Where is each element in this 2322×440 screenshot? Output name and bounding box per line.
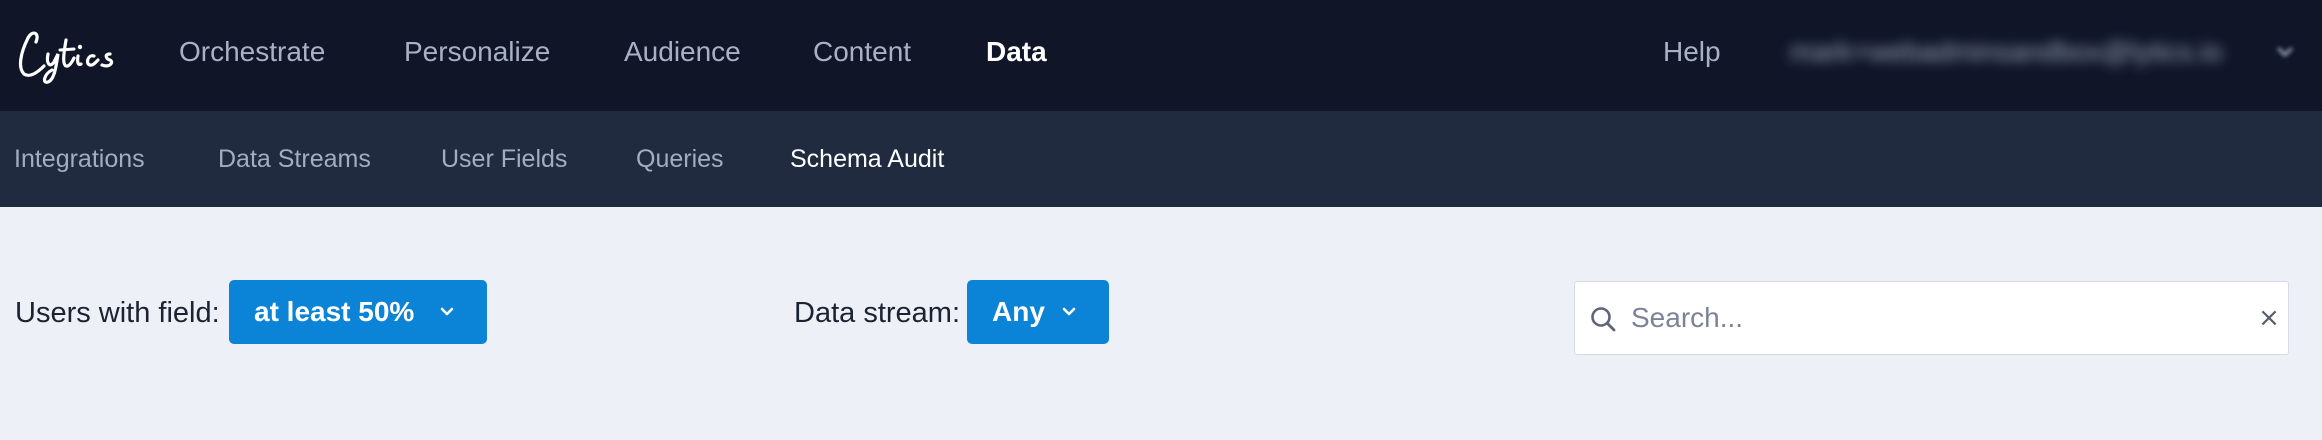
users-with-field-value: at least 50% bbox=[254, 296, 415, 327]
nav-help[interactable]: Help bbox=[1663, 36, 1721, 68]
nav-personalize[interactable]: Personalize bbox=[404, 36, 550, 68]
users-with-field-dropdown[interactable]: at least 50% bbox=[229, 280, 487, 344]
subnav-user-fields[interactable]: User Fields bbox=[441, 144, 567, 174]
lytics-logo[interactable] bbox=[14, 24, 124, 88]
close-icon[interactable]: × bbox=[2253, 302, 2285, 334]
nav-audience[interactable]: Audience bbox=[624, 36, 741, 68]
subnav-queries[interactable]: Queries bbox=[636, 144, 724, 174]
search-icon bbox=[1591, 307, 1616, 332]
search-box: × bbox=[1574, 281, 2289, 355]
subnav-data-streams[interactable]: Data Streams bbox=[218, 144, 371, 174]
search-input[interactable] bbox=[1631, 292, 2211, 344]
user-menu-email[interactable]: mark+webadminsandbox@lytics.io bbox=[1790, 36, 2222, 68]
nav-content[interactable]: Content bbox=[813, 36, 911, 68]
chevron-down-icon[interactable] bbox=[2275, 42, 2295, 62]
top-nav-bar: Orchestrate Personalize Audience Content… bbox=[0, 0, 2322, 111]
users-with-field-label: Users with field: bbox=[15, 297, 220, 329]
subnav-integrations[interactable]: Integrations bbox=[14, 144, 145, 174]
chevron-down-icon bbox=[440, 307, 454, 316]
data-stream-dropdown[interactable]: Any bbox=[967, 280, 1109, 344]
data-stream-label: Data stream: bbox=[794, 297, 960, 329]
chevron-down-icon bbox=[1062, 307, 1076, 316]
subnav-schema-audit[interactable]: Schema Audit bbox=[790, 144, 944, 174]
data-stream-value: Any bbox=[992, 296, 1045, 327]
sub-nav-bar: Integrations Data Streams User Fields Qu… bbox=[0, 111, 2322, 207]
nav-data[interactable]: Data bbox=[986, 36, 1047, 68]
nav-orchestrate[interactable]: Orchestrate bbox=[179, 36, 325, 68]
